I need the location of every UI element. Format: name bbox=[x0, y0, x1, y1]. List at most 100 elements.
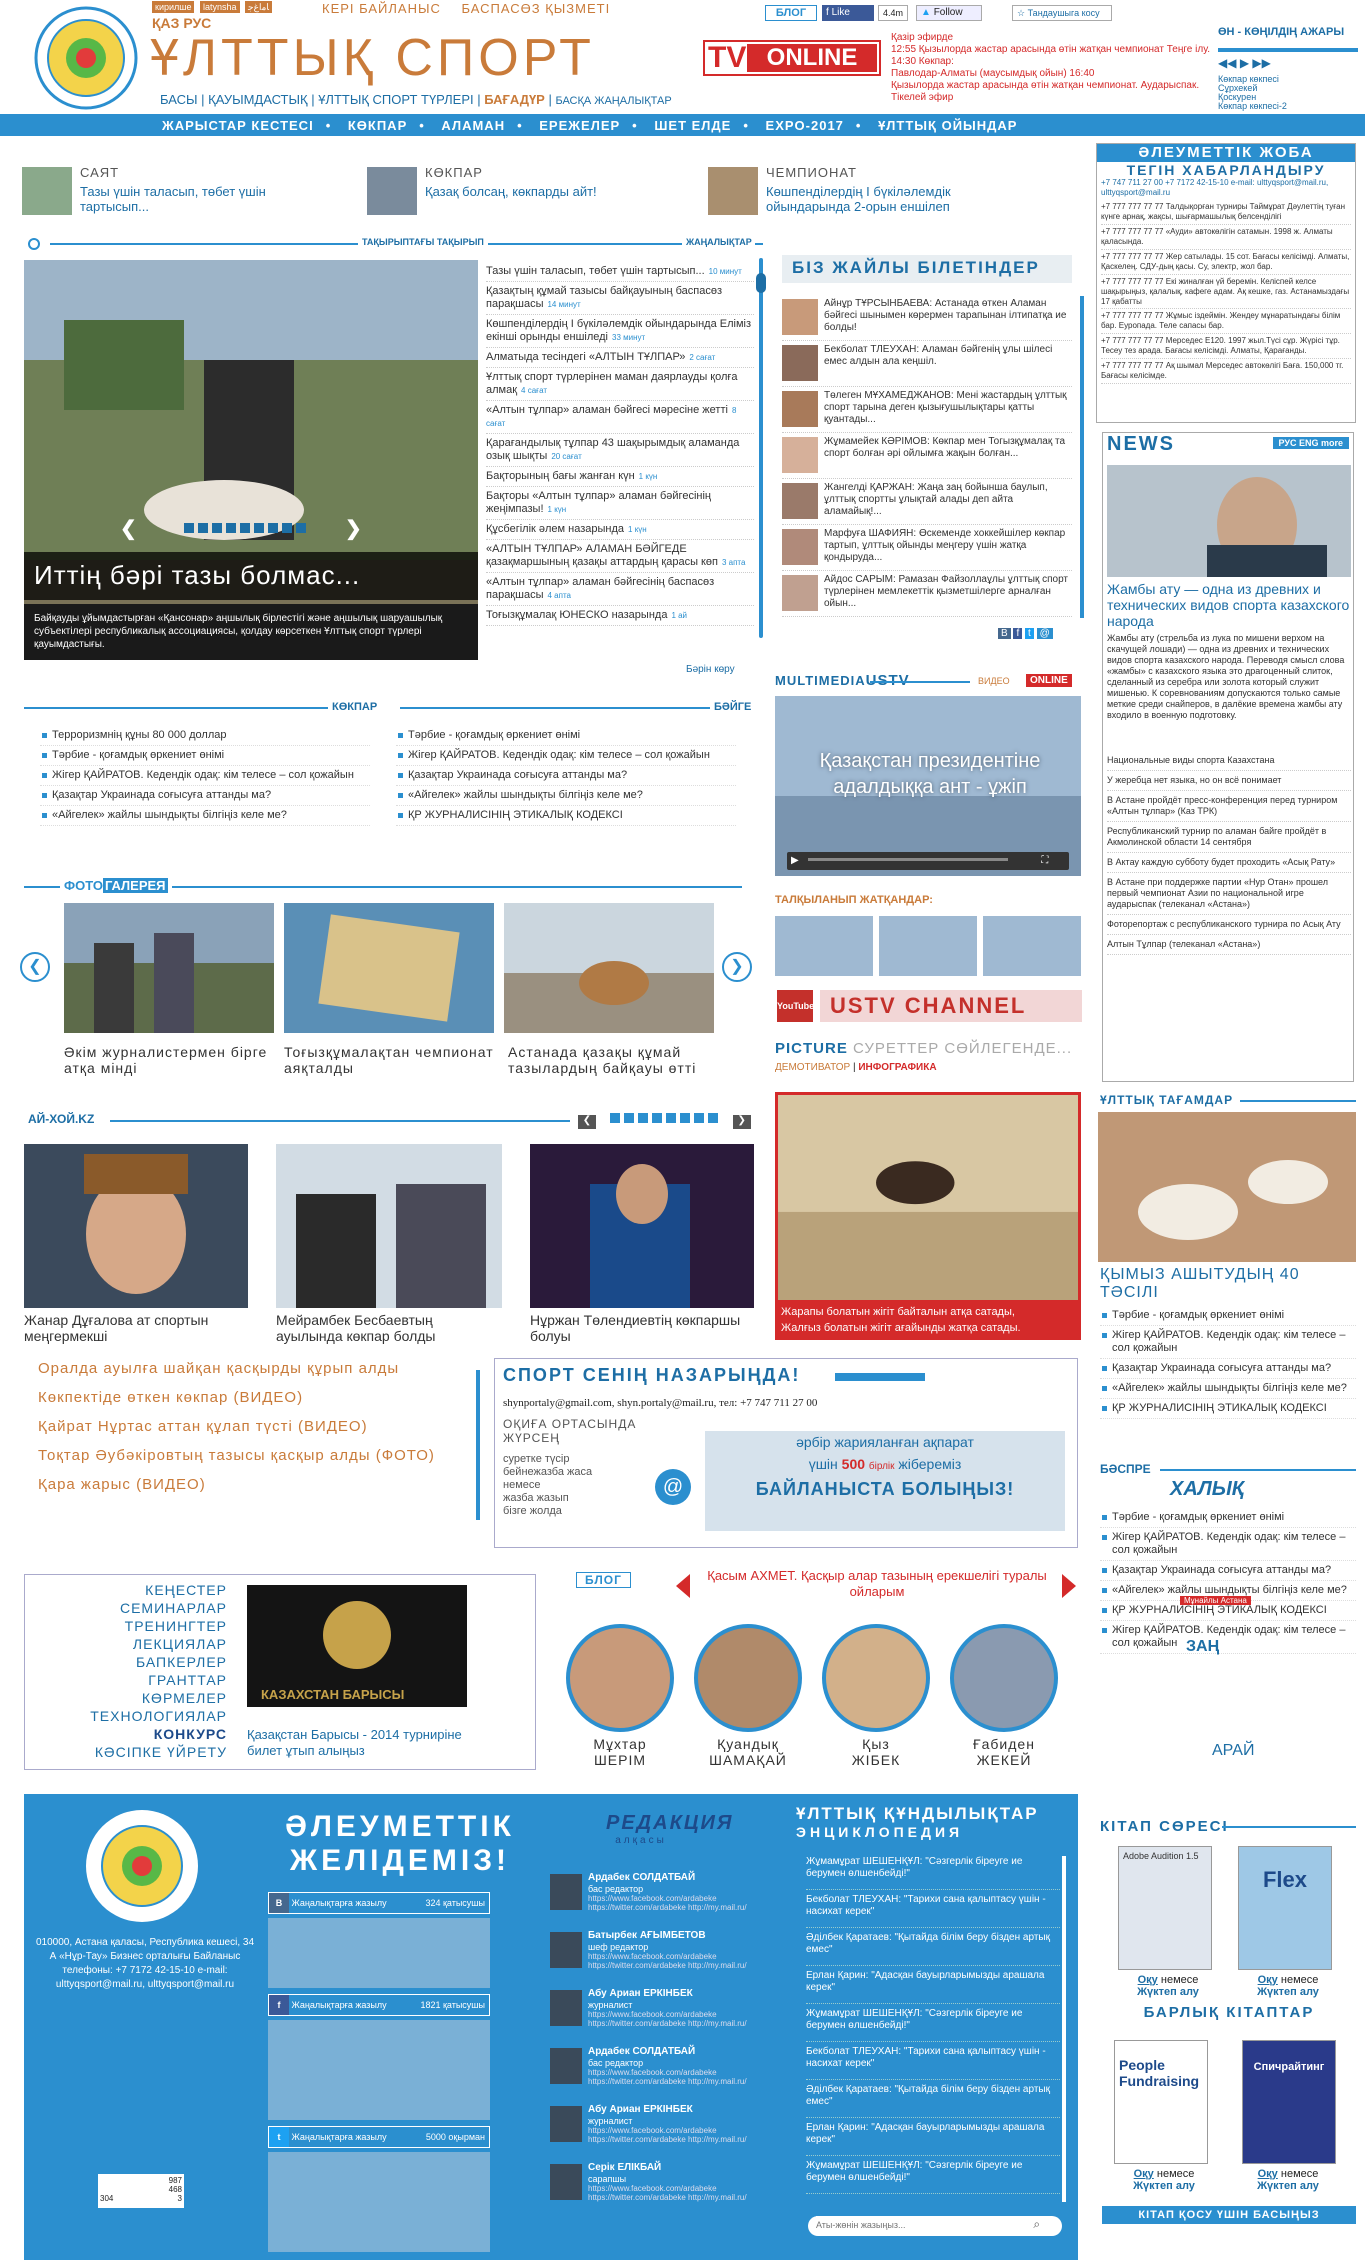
nav-schedule[interactable]: ЖАРЫСТАР КЕСТЕСІ bbox=[150, 114, 326, 137]
nav-other-news[interactable]: БАСҚА ЖАҢАЛЫҚТАР bbox=[555, 95, 671, 107]
we-know-item[interactable]: Марфуға ШАФИЯН: Өскеменде хоккейшілер кө… bbox=[782, 525, 1072, 571]
news-ru-item[interactable]: В Астане при поддержке партии «Нур Отан»… bbox=[1107, 873, 1351, 915]
highlight-title-1[interactable]: Тазы үшін таласып, төбет үшін тартысып..… bbox=[80, 184, 280, 214]
book-cover-4[interactable]: Спичрайтинг bbox=[1242, 2040, 1336, 2164]
we-know-item[interactable]: Жангелді ҚАРЖАН: Жаңа заң бойынша баулып… bbox=[782, 479, 1072, 525]
picture-photo[interactable] bbox=[775, 1092, 1081, 1326]
slider-prev-button[interactable]: ❮ bbox=[120, 516, 137, 541]
news-feed-item[interactable]: Қарағандылық тұлпар 43 шақырымдық аламан… bbox=[486, 434, 754, 467]
forward-icon[interactable]: ▶▶ bbox=[1252, 56, 1270, 70]
nav-expo[interactable]: EXPO-2017 bbox=[754, 114, 856, 137]
kokpar-item[interactable]: Терроризмнің құны 80 000 доллар bbox=[40, 726, 370, 746]
news-feed-scrollbar[interactable] bbox=[756, 258, 766, 638]
slider-next-button[interactable]: ❯ bbox=[345, 516, 362, 541]
food-item[interactable]: Қазақтар Украинада соғысуға аттанды ма? bbox=[1100, 1359, 1356, 1379]
book-4-download[interactable]: Жүктеп алу bbox=[1257, 2180, 1319, 2192]
book-cover-1[interactable]: Adobe Audition 1.5 bbox=[1118, 1846, 1212, 1970]
add-book-button[interactable]: КІТАП ҚОСУ ҮШІН БАСЫҢЫЗ bbox=[1102, 2206, 1356, 2224]
nav-rules[interactable]: ЕРЕЖЕЛЕР bbox=[527, 114, 632, 137]
food-photo[interactable] bbox=[1098, 1112, 1356, 1262]
fb-friends-grid[interactable] bbox=[268, 2020, 490, 2120]
news-feed-item[interactable]: Көшпенділердің І бүкіләлемдік ойындарынд… bbox=[486, 315, 754, 348]
staff-links[interactable]: https://www.facebook.com/ardabeke https:… bbox=[588, 2184, 758, 2202]
news-feed-item-title[interactable]: Құсбегілік әлем назарында bbox=[486, 523, 624, 535]
blog-button[interactable]: БЛОГ bbox=[765, 5, 817, 21]
staff-member[interactable]: Батырбек АҒЫМБЕТОВ шеф редактор https://ww… bbox=[550, 1930, 760, 1988]
ai-hoi-photo-1[interactable] bbox=[24, 1144, 248, 1308]
we-know-item[interactable]: Жұмамейек КӘРІМОВ: Көкпар мен Тогызқұмал… bbox=[782, 433, 1072, 479]
press-item[interactable]: Қазақтар Украинада соғысуға аттанды ма? bbox=[1100, 1561, 1356, 1581]
food-item[interactable]: Жігер ҚАЙРАТОВ. Кедендік одақ: кім телес… bbox=[1100, 1326, 1356, 1359]
food-item[interactable]: «Айгелек» жайлы шындықты білгіңіз келе м… bbox=[1100, 1379, 1356, 1399]
food-item[interactable]: ҚР ЖУРНАЛИСІНІҢ ЭТИКАЛЫҚ КОДЕКСІ bbox=[1100, 1399, 1356, 1419]
news-feed-item[interactable]: Ұлттық спорт түрлерінен маман даярлауды … bbox=[486, 368, 754, 401]
value-item[interactable]: Бекболат ТЛЕУХАН: "Тарихи сана қалыптасу… bbox=[806, 1890, 1060, 1928]
news-ru-item[interactable]: Национальные виды спорта Казахстана bbox=[1107, 751, 1351, 771]
gallery-caption-1[interactable]: Әкім журналистермен бірге атқа мінді bbox=[64, 1044, 274, 1076]
value-item[interactable]: Бекболат ТЛЕУХАН: "Тарихи сана қалыптасу… bbox=[806, 2042, 1060, 2080]
kokpar-item[interactable]: Тәрбие - қоғамдық өркениет өнімі bbox=[40, 746, 370, 766]
news-feed-item-title[interactable]: Бақторының бағы жанған күн bbox=[486, 470, 635, 482]
video-thumb-3[interactable] bbox=[983, 916, 1081, 976]
press-item[interactable]: Жігер ҚАЙРАТОВ. Кедендік одақ: кім телес… bbox=[1100, 1528, 1356, 1561]
lang-latin[interactable]: latynsha bbox=[200, 1, 240, 13]
staff-member[interactable]: Ардабек СОЛДАТБАЙ бас редактор https://www… bbox=[550, 1872, 760, 1930]
we-know-item[interactable]: Төлеген МҰХАМЕДЖАНОВ: Мені жастардың ұлт… bbox=[782, 387, 1072, 433]
baige-item[interactable]: Тәрбие - қоғамдық өркениет өнімі bbox=[396, 726, 736, 746]
highlight-title-3[interactable]: Көшпенділердің І бүкіләлемдік ойындарынд… bbox=[766, 184, 1026, 214]
tw-followers-grid[interactable] bbox=[268, 2152, 490, 2252]
gallery-caption-3[interactable]: Астанада қазақы құмай тазылардың байқауы… bbox=[508, 1044, 718, 1076]
main-news-title[interactable]: Иттің бәрі тазы болмас... bbox=[24, 552, 478, 600]
news-feed-item-title[interactable]: Алматыда тесіндегі «АЛТЫН ТҰЛПАР» bbox=[486, 351, 685, 363]
vk-icon[interactable]: B bbox=[998, 628, 1011, 639]
news-feed-item-title[interactable]: Қазақтың құмай тазысы байқауының баспасө… bbox=[486, 285, 722, 310]
staff-links[interactable]: https://www.facebook.com/ardabeke https:… bbox=[588, 2126, 758, 2144]
ai-hoi-prev[interactable]: ❮ bbox=[578, 1115, 596, 1129]
radio-player[interactable]: ◀◀ ▶ ▶▶ bbox=[1218, 42, 1358, 74]
news-ru-headline[interactable]: Жамбы ату — одна из древних и технически… bbox=[1107, 581, 1351, 629]
news-feed-item-title[interactable]: Қарағандылық тұлпар 43 шақырымдық аламан… bbox=[486, 437, 739, 462]
footer-logo[interactable] bbox=[82, 1806, 202, 1926]
press-logo-halyk[interactable]: ХАЛЫҚ bbox=[1170, 1478, 1244, 1501]
feedback-link[interactable]: КЕРІ БАЙЛАНЫС bbox=[322, 1, 441, 16]
we-know-item[interactable]: Бекболат ТЛЕУХАН: Аламан бәйгенің ұлы ші… bbox=[782, 341, 1072, 387]
blogger[interactable]: Мұхтар ШЕРІМ bbox=[560, 1624, 680, 1768]
play-icon[interactable]: ▶ bbox=[1240, 56, 1249, 70]
demotivator-tab[interactable]: ДЕМОТИВАТОР bbox=[775, 1062, 850, 1073]
book-3-download[interactable]: Жүктеп алу bbox=[1133, 2180, 1195, 2192]
value-item[interactable]: Әділбек Қаратаев: "Қытайда білім беру бі… bbox=[806, 1928, 1060, 1966]
baige-item[interactable]: Қазақтар Украинада соғысуға аттанды ма? bbox=[396, 766, 736, 786]
twitter-share-icon[interactable]: t bbox=[1025, 628, 1034, 639]
news-feed-item[interactable]: Құсбегілік әлем назарында 1 күн bbox=[486, 520, 754, 540]
kokpar-item[interactable]: «Айгелек» жайлы шындықты білгіңіз келе м… bbox=[40, 806, 370, 826]
gallery-photo-1[interactable] bbox=[64, 903, 274, 1033]
video-list-item[interactable]: Тоқтар Әубәкіровтың тазысы қасқыр алды (… bbox=[38, 1441, 478, 1470]
staff-member[interactable]: Ардабек СОЛДАТБАЙ бас редактор https://www… bbox=[550, 2046, 760, 2104]
gallery-photo-2[interactable] bbox=[284, 903, 494, 1033]
vk-subscribe[interactable]: B Жаңалықтарға жазылу 324 қатысушы bbox=[268, 1892, 490, 1914]
video-list-item[interactable]: Көкпектіде өткен көкпар (ВИДЕО) bbox=[38, 1383, 478, 1412]
nav-bagadur[interactable]: БАҒАДҮР bbox=[484, 92, 545, 107]
news-feed-item-title[interactable]: «Алтын тұлпар» аламан бәйгесінің баспасө… bbox=[486, 576, 714, 601]
news-feed-item[interactable]: Бақторының бағы жанған күн 1 күн bbox=[486, 467, 754, 487]
food-title[interactable]: ҚЫМЫЗ АШЫТУДЫҢ 40 ТӘСІЛІ bbox=[1100, 1266, 1356, 1302]
ai-hoi-slider[interactable]: ❮ ❯ bbox=[578, 1112, 754, 1129]
kokpar-item[interactable]: Жігер ҚАЙРАТОВ. Кедендік одақ: кім телес… bbox=[40, 766, 370, 786]
value-item[interactable]: Ерлан Қарин: "Адасқан бауырларымызды ара… bbox=[806, 1966, 1060, 2004]
ad-item[interactable]: +7 777 777 77 77 Екі жиналған үй беремін… bbox=[1101, 275, 1351, 309]
highlight-title-2[interactable]: Қазақ болсаң, көкпарды айт! bbox=[425, 184, 645, 199]
online-badge[interactable]: ONLINE bbox=[1026, 674, 1072, 687]
news-feed-item-title[interactable]: Тазы үшін таласып, төбет үшін тартысып..… bbox=[486, 265, 705, 277]
news-feed-item[interactable]: Тазы үшін таласып, төбет үшін тартысып..… bbox=[486, 262, 754, 282]
video-list-item[interactable]: Қайрат Нұртас аттан құлап түсті (ВИДЕО) bbox=[38, 1412, 478, 1441]
facebook-share-icon[interactable]: f bbox=[1013, 628, 1023, 639]
ad-item[interactable]: +7 777 777 77 77 Ақ шымал Мерседес авток… bbox=[1101, 359, 1351, 384]
book-1-download[interactable]: Жүктеп алу bbox=[1137, 1986, 1199, 1998]
radio-playlist[interactable]: Көкпар көкпесі Сұрхекей Қоскурен Көкпар … bbox=[1218, 75, 1287, 111]
baige-item[interactable]: ҚР ЖУРНАЛИСІНІҢ ЭТИКАЛЫҚ КОДЕКСІ bbox=[396, 806, 736, 826]
slider-dots[interactable] bbox=[150, 522, 340, 533]
barys-caption[interactable]: Қазақстан Барысы - 2014 турниріне билет … bbox=[247, 1727, 487, 1759]
blogger[interactable]: Қуандық ШАМАҚАЙ bbox=[688, 1624, 808, 1768]
service-item[interactable]: БАПКЕРЛЕР bbox=[31, 1653, 227, 1671]
we-know-item[interactable]: Айдос САРЫМ: Рамазан Файзоллаұлы ұлттық … bbox=[782, 571, 1072, 617]
